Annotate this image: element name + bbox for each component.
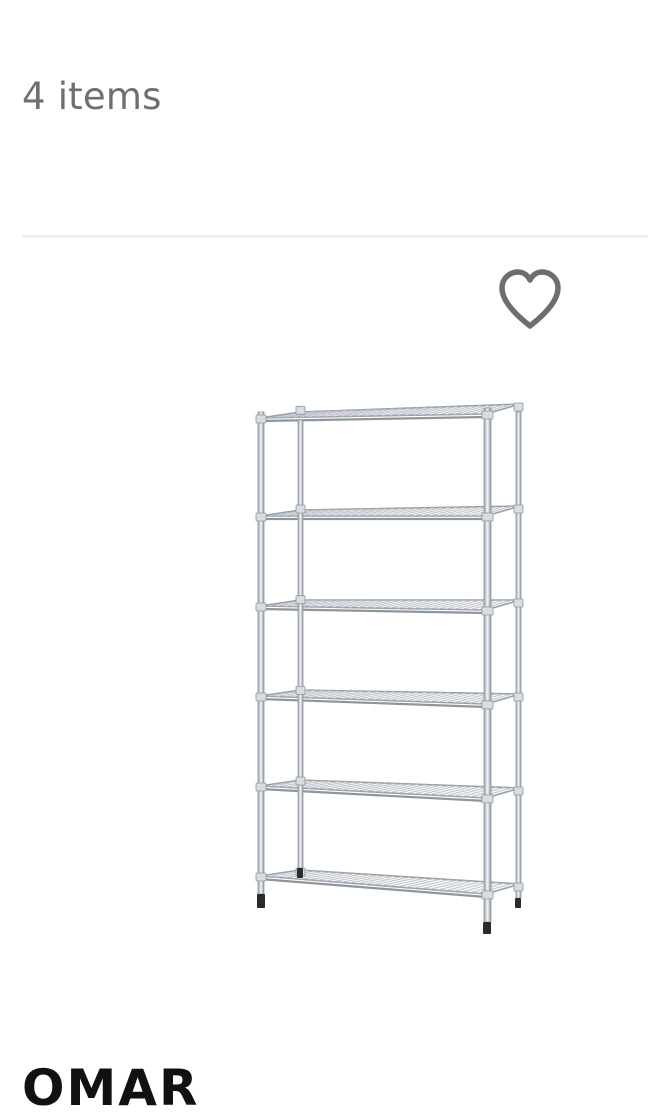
- result-count: 4 items: [22, 75, 162, 118]
- favorite-button[interactable]: [494, 266, 566, 334]
- heart-icon: [499, 269, 561, 329]
- shelving-unit-image: [255, 402, 524, 934]
- product-image[interactable]: [240, 398, 540, 944]
- divider: [22, 235, 648, 238]
- product-name[interactable]: OMAR: [22, 1058, 199, 1118]
